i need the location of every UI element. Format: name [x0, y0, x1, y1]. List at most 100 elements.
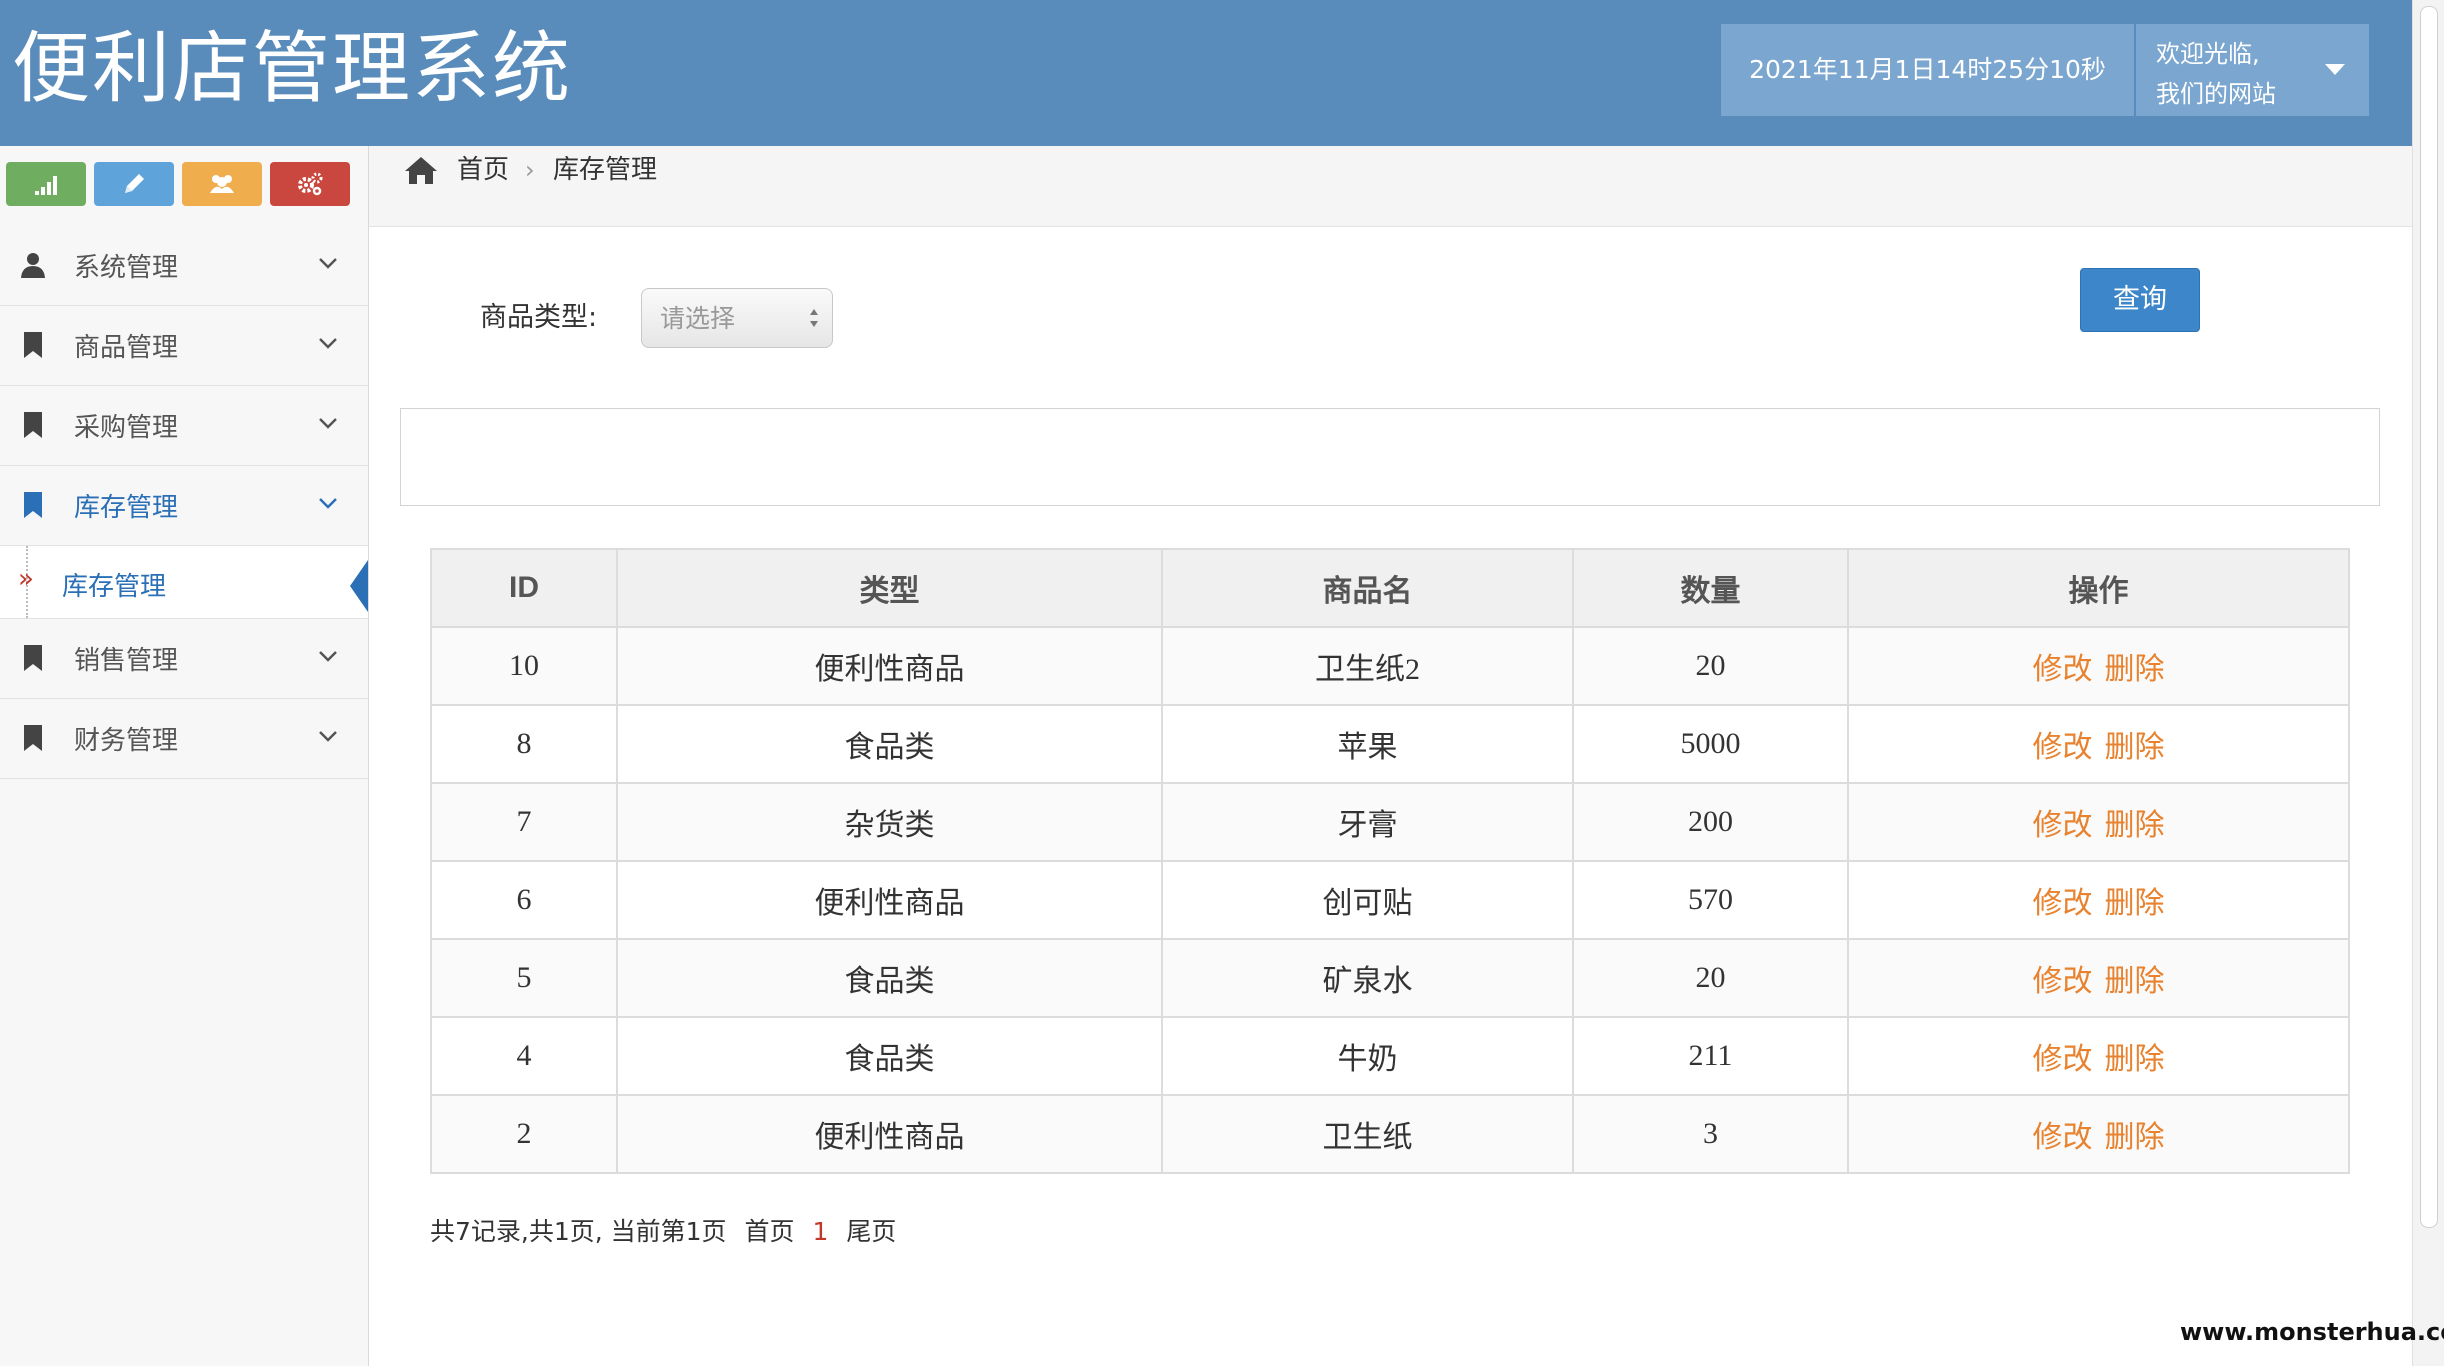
cell-actions: 修改 删除: [1847, 938, 2350, 1018]
cell-id: 8: [430, 704, 618, 784]
table-row: 10 便利性商品 卫生纸2 20 修改 删除: [430, 626, 2350, 706]
current-datetime: 2021年11月1日14时25分10秒: [1749, 55, 2106, 84]
chevron-down-icon: [319, 498, 337, 509]
inventory-table: ID 类型 商品名 数量 操作 10 便利性商品 卫生纸2 20 修改 删除 8 …: [430, 548, 2350, 1174]
sidebar-item-purchase[interactable]: 采购管理: [0, 386, 368, 466]
breadcrumb-home-link[interactable]: 首页: [457, 154, 509, 186]
delete-link[interactable]: 删除: [2105, 653, 2165, 686]
breadcrumb: 首页 › 库存管理: [369, 146, 2412, 227]
sidebar-item-finance[interactable]: 财务管理: [0, 699, 368, 779]
cell-name: 牙膏: [1161, 782, 1574, 862]
sidebar-subitem-label: 库存管理: [62, 572, 167, 602]
current-page-number[interactable]: 1: [812, 1217, 828, 1246]
edit-link[interactable]: 修改: [2033, 1121, 2093, 1154]
vertical-scrollbar[interactable]: [2412, 0, 2444, 1366]
delete-link[interactable]: 删除: [2105, 965, 2165, 998]
cell-quantity: 211: [1572, 1016, 1849, 1096]
cell-type: 便利性商品: [616, 626, 1163, 706]
cell-type: 食品类: [616, 704, 1163, 784]
query-button[interactable]: 查询: [2080, 268, 2200, 332]
user-menu[interactable]: 欢迎光临, 我们的网站: [2156, 34, 2306, 114]
column-header-id: ID: [430, 548, 618, 628]
bookmark-icon: [24, 332, 42, 358]
cell-id: 4: [430, 1016, 618, 1096]
column-header-name: 商品名: [1161, 548, 1574, 628]
bookmark-icon: [24, 645, 42, 671]
cell-type: 便利性商品: [616, 1094, 1163, 1174]
caret-down-icon[interactable]: [2325, 64, 2345, 75]
edit-link[interactable]: 修改: [2033, 653, 2093, 686]
cell-quantity: 3: [1572, 1094, 1849, 1174]
cell-quantity: 5000: [1572, 704, 1849, 784]
sidebar-item-label: 销售管理: [74, 646, 179, 676]
cell-type: 便利性商品: [616, 860, 1163, 940]
cell-actions: 修改 删除: [1847, 704, 2350, 784]
product-type-label: 商品类型:: [480, 302, 598, 333]
sidebar-nav: 系统管理 商品管理 采购管理 库存管理 » 库存管理 销售管理 财务管理: [0, 226, 368, 779]
site-name-text: 我们的网站: [2156, 80, 2276, 108]
bookmark-icon: [24, 492, 42, 518]
cell-actions: 修改 删除: [1847, 626, 2350, 706]
sidebar-item-label: 商品管理: [74, 333, 179, 363]
scrollbar-thumb[interactable]: [2420, 6, 2438, 1228]
table-row: 5 食品类 矿泉水 20 修改 删除: [430, 938, 2350, 1018]
delete-link[interactable]: 删除: [2105, 1121, 2165, 1154]
cogs-icon: [298, 172, 323, 196]
top-header: 便利店管理系统 2021年11月1日14时25分10秒 欢迎光临, 我们的网站: [0, 0, 2412, 146]
edit-link[interactable]: 修改: [2033, 965, 2093, 998]
delete-link[interactable]: 删除: [2105, 887, 2165, 920]
cell-quantity: 20: [1572, 626, 1849, 706]
stats-shortcut-button[interactable]: [6, 162, 86, 206]
cell-id: 7: [430, 782, 618, 862]
cell-id: 10: [430, 626, 618, 706]
table-row: 8 食品类 苹果 5000 修改 删除: [430, 704, 2350, 784]
cell-actions: 修改 删除: [1847, 860, 2350, 940]
cell-quantity: 20: [1572, 938, 1849, 1018]
home-icon[interactable]: [403, 154, 439, 186]
cell-name: 矿泉水: [1161, 938, 1574, 1018]
delete-link[interactable]: 删除: [2105, 731, 2165, 764]
delete-link[interactable]: 删除: [2105, 1043, 2165, 1076]
chevron-down-icon: [319, 418, 337, 429]
edit-link[interactable]: 修改: [2033, 809, 2093, 842]
signal-icon: [35, 176, 57, 195]
edit-link[interactable]: 修改: [2033, 731, 2093, 764]
empty-panel: [400, 408, 2380, 506]
cell-id: 6: [430, 860, 618, 940]
sidebar-item-system[interactable]: 系统管理: [0, 226, 368, 306]
edit-shortcut-button[interactable]: [94, 162, 174, 206]
chevron-down-icon: [319, 651, 337, 662]
double-chevron-right-icon: »: [18, 564, 34, 594]
sidebar-item-label: 采购管理: [74, 413, 179, 443]
sidebar-item-inventory[interactable]: 库存管理: [0, 466, 368, 546]
chevron-down-icon: [319, 731, 337, 742]
cell-type: 食品类: [616, 1016, 1163, 1096]
cell-id: 2: [430, 1094, 618, 1174]
cell-actions: 修改 删除: [1847, 1016, 2350, 1096]
product-type-select[interactable]: 请选择: [641, 288, 833, 348]
table-row: 6 便利性商品 创可贴 570 修改 删除: [430, 860, 2350, 940]
pagination: 共7记录,共1页, 当前第1页 首页 1 尾页: [430, 1214, 896, 1250]
delete-link[interactable]: 删除: [2105, 809, 2165, 842]
cell-name: 卫生纸2: [1161, 626, 1574, 706]
breadcrumb-current: 库存管理: [553, 155, 658, 185]
welcome-text: 欢迎光临,: [2156, 40, 2260, 68]
bookmark-icon: [24, 412, 42, 438]
app-title: 便利店管理系统: [12, 24, 573, 114]
cell-name: 卫生纸: [1161, 1094, 1574, 1174]
last-page-link[interactable]: 尾页: [846, 1217, 896, 1246]
sidebar-item-sales[interactable]: 销售管理: [0, 619, 368, 699]
cell-name: 苹果: [1161, 704, 1574, 784]
pencil-icon: [125, 174, 144, 193]
cell-name: 创可贴: [1161, 860, 1574, 940]
edit-link[interactable]: 修改: [2033, 887, 2093, 920]
sidebar-item-label: 财务管理: [74, 726, 179, 756]
first-page-link[interactable]: 首页: [745, 1217, 795, 1246]
users-shortcut-button[interactable]: [182, 162, 262, 206]
cell-quantity: 570: [1572, 860, 1849, 940]
sidebar-item-products[interactable]: 商品管理: [0, 306, 368, 386]
sidebar-subitem-inventory[interactable]: » 库存管理: [0, 546, 368, 619]
sidebar: 系统管理 商品管理 采购管理 库存管理 » 库存管理 销售管理 财务管理: [0, 146, 369, 1366]
settings-shortcut-button[interactable]: [270, 162, 350, 206]
edit-link[interactable]: 修改: [2033, 1043, 2093, 1076]
